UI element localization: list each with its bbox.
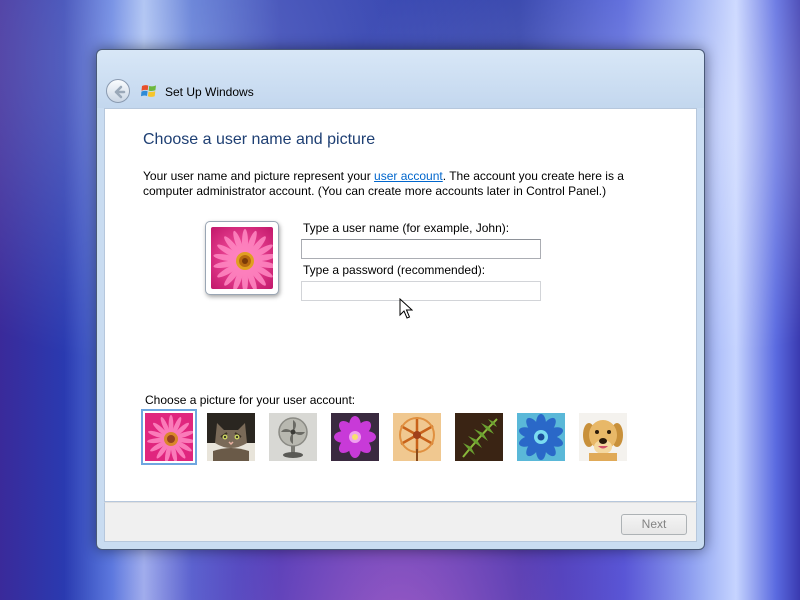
choose-picture-label: Choose a picture for your user account: [145,393,356,407]
fan-thumbnail-image [269,413,317,461]
windows-logo-icon [141,85,156,97]
pink-daisy-large-image [211,227,273,289]
fern-thumbnail-image [455,413,503,461]
picture-option-fern[interactable] [454,412,504,462]
picture-option-fan[interactable] [268,412,318,462]
user-account-link[interactable]: user account [374,169,443,183]
password-input[interactable] [301,281,541,301]
title-bar: Set Up Windows [97,50,704,108]
footer-bar: Next [104,502,697,542]
kitten-thumbnail-image [207,413,255,461]
username-label: Type a user name (for example, John): [303,221,510,235]
next-button[interactable]: Next [621,514,687,535]
page-description: Your user name and picture represent you… [143,169,633,199]
page-title: Choose a user name and picture [143,131,376,148]
window-title: Set Up Windows [165,85,254,99]
blue-flower-thumbnail-image [517,413,565,461]
back-button[interactable] [106,79,130,103]
mouse-pointer-icon [399,298,413,319]
pinwheel-thumbnail-image [393,413,441,461]
golden-retriever-thumbnail-image [579,413,627,461]
picture-option-pink-daisy[interactable] [141,409,197,465]
picture-option-pinwheel[interactable] [392,412,442,462]
selected-user-picture [205,221,279,295]
picture-option-kitten[interactable] [206,412,256,462]
password-label: Type a password (recommended): [303,263,486,277]
picture-option-golden-retriever[interactable] [578,412,628,462]
picture-option-purple-flower[interactable] [330,412,380,462]
picture-option-blue-flower[interactable] [516,412,566,462]
purple-flower-thumbnail-image [331,413,379,461]
description-text-before: Your user name and picture represent you… [143,169,375,183]
back-arrow-icon [114,85,126,99]
pink-daisy-thumbnail-image [145,413,193,461]
username-input[interactable] [301,239,541,259]
